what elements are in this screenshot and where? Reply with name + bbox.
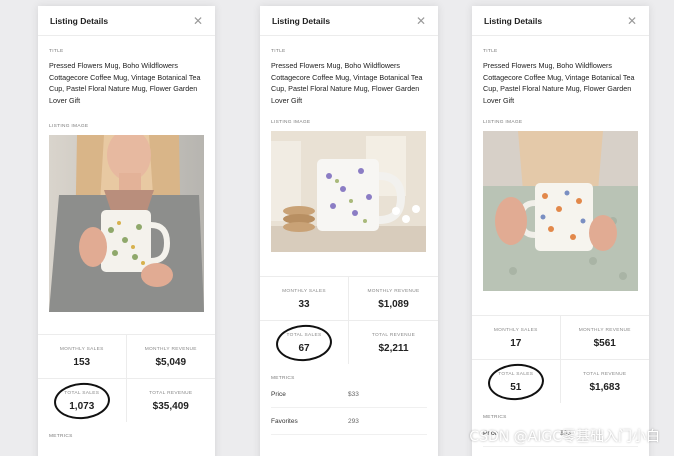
stats-grid: MONTHLY SALES 33 MONTHLY REVENUE $1,089 … <box>260 276 438 364</box>
panel-header: Listing Details ✕ <box>38 6 215 36</box>
listing-details-panel-2: Listing Details ✕ TITLE Pressed Flowers … <box>260 6 438 456</box>
panel-title: Listing Details <box>484 15 543 26</box>
stat-value: $1,089 <box>378 299 409 310</box>
panel-header: Listing Details ✕ <box>472 6 649 36</box>
metric-value: 293 <box>348 418 359 425</box>
monthly-revenue-stat: MONTHLY REVENUE $5,049 <box>126 335 215 379</box>
total-sales-stat: TOTAL SALES 51 <box>472 360 561 403</box>
stat-label: TOTAL REVENUE <box>371 333 416 338</box>
total-revenue-stat: TOTAL REVENUE $35,409 <box>127 379 216 422</box>
stats-grid: MONTHLY SALES 17 MONTHLY REVENUE $561 TO… <box>472 315 649 403</box>
metric-row-price: Price $33 <box>271 381 427 408</box>
metric-value: $33 <box>348 391 359 398</box>
total-revenue-stat: TOTAL REVENUE $1,683 <box>561 360 650 403</box>
listing-image <box>271 131 426 252</box>
listing-details-panel-3: Listing Details ✕ TITLE Pressed Flowers … <box>472 6 649 456</box>
stat-label: TOTAL REVENUE <box>149 391 193 396</box>
metrics-section: METRICS <box>38 422 215 439</box>
watermark-text: CSDN @AIGC零基础入门小白 <box>469 429 660 445</box>
stat-value: $5,049 <box>155 357 187 368</box>
stat-value: $2,211 <box>378 343 409 354</box>
metric-name: Price <box>271 391 286 398</box>
stat-value: $35,409 <box>152 401 189 412</box>
stat-label: MONTHLY REVENUE <box>578 328 631 333</box>
listing-title: Pressed Flowers Mug, Boho Wildflowers Co… <box>271 61 423 105</box>
stats-grid: MONTHLY SALES 153 MONTHLY REVENUE $5,049… <box>38 334 215 422</box>
listing-image-label: LISTING IMAGE <box>271 120 311 125</box>
monthly-sales-stat: MONTHLY SALES 33 <box>260 277 349 321</box>
panel-title: Listing Details <box>50 15 109 26</box>
metrics-section: METRICS Price $33 Favorites 293 <box>260 364 438 435</box>
panel-body: TITLE Pressed Flowers Mug, Boho Wildflow… <box>472 36 649 291</box>
panel-title: Listing Details <box>272 15 331 26</box>
hand-drawn-circle <box>486 361 545 402</box>
close-icon[interactable]: ✕ <box>193 15 203 27</box>
metrics-label: METRICS <box>49 434 73 439</box>
title-label: TITLE <box>49 49 64 54</box>
listing-image <box>49 135 204 312</box>
monthly-sales-stat: MONTHLY SALES 17 <box>472 316 561 360</box>
monthly-sales-stat: MONTHLY SALES 153 <box>38 335 127 379</box>
stat-label: TOTAL REVENUE <box>583 372 627 377</box>
total-revenue-stat: TOTAL REVENUE $2,211 <box>349 321 438 364</box>
hand-drawn-circle <box>52 380 111 421</box>
stat-value: 153 <box>73 357 91 368</box>
stat-label: MONTHLY SALES <box>493 328 538 333</box>
metrics-label: METRICS <box>271 376 295 381</box>
stat-value: $1,683 <box>589 382 621 393</box>
metric-row-favorites: Favorites 293 <box>271 408 427 435</box>
metric-name: Favorites <box>271 418 298 425</box>
listing-image-label: LISTING IMAGE <box>483 120 523 125</box>
total-sales-stat: TOTAL SALES 67 <box>260 321 349 364</box>
monthly-revenue-stat: MONTHLY REVENUE $1,089 <box>349 277 438 321</box>
stat-label: MONTHLY REVENUE <box>367 289 420 294</box>
stat-value: 33 <box>298 299 310 310</box>
listing-details-panel-1: Listing Details ✕ TITLE Pressed Flowers … <box>38 6 215 456</box>
panel-body: TITLE Pressed Flowers Mug, Boho Wildflow… <box>38 36 215 312</box>
listing-image <box>483 131 638 291</box>
panel-header: Listing Details ✕ <box>260 6 438 36</box>
stat-label: MONTHLY REVENUE <box>144 347 197 352</box>
stat-value: 17 <box>510 338 522 349</box>
total-sales-stat: TOTAL SALES 1,073 <box>38 379 127 422</box>
listing-image-label: LISTING IMAGE <box>49 124 89 129</box>
stat-label: MONTHLY SALES <box>282 289 326 294</box>
listing-title: Pressed Flowers Mug, Boho Wildflowers Co… <box>49 61 201 105</box>
title-label: TITLE <box>271 49 286 54</box>
listing-title: Pressed Flowers Mug, Boho Wildflowers Co… <box>483 61 635 105</box>
close-icon[interactable]: ✕ <box>416 15 426 27</box>
panel-body: TITLE Pressed Flowers Mug, Boho Wildflow… <box>260 36 438 252</box>
stat-label: MONTHLY SALES <box>59 347 104 352</box>
title-label: TITLE <box>483 49 498 54</box>
monthly-revenue-stat: MONTHLY REVENUE $561 <box>560 316 649 360</box>
hand-drawn-circle <box>274 322 334 363</box>
metrics-label: METRICS <box>483 415 507 420</box>
close-icon[interactable]: ✕ <box>627 15 637 27</box>
stat-value: $561 <box>593 338 616 349</box>
